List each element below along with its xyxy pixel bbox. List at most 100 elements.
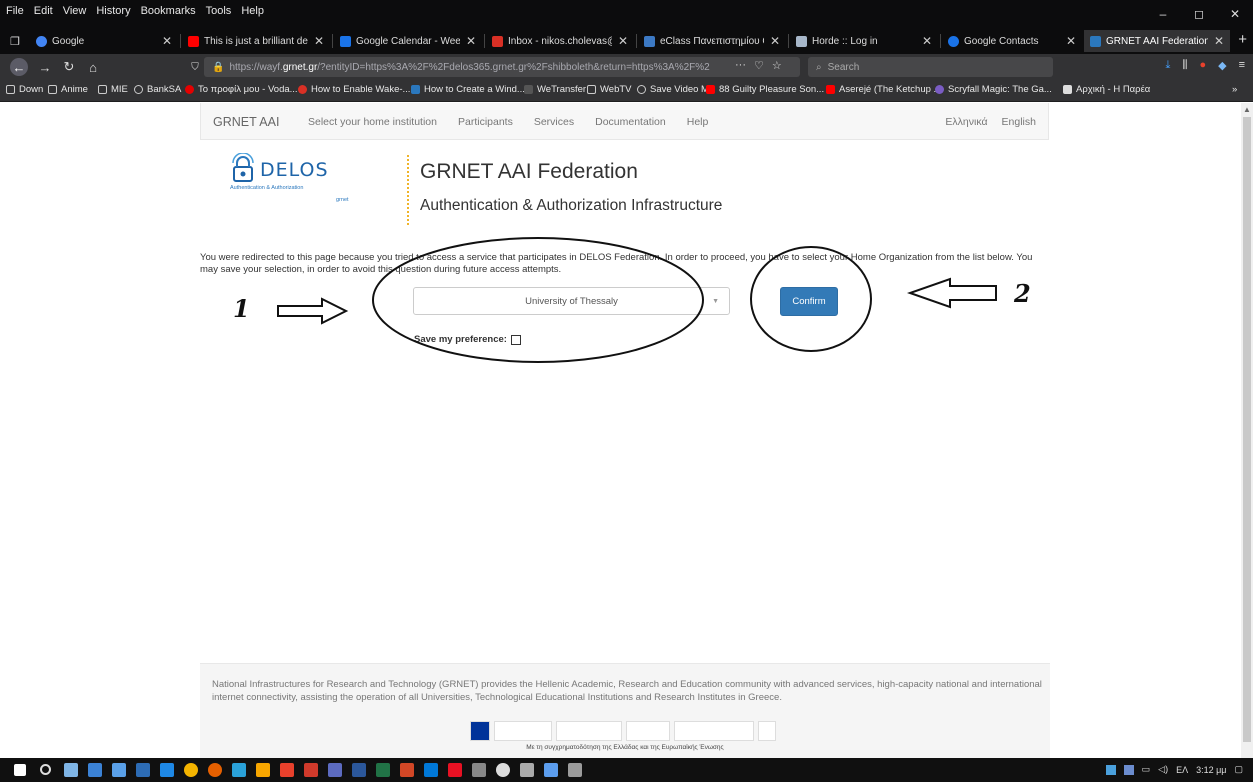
page-scrollbar[interactable]: ▲ <box>1241 103 1253 758</box>
bookmark-item[interactable]: Anime <box>48 84 88 95</box>
tray-app-icon[interactable] <box>1105 764 1116 775</box>
app-icon[interactable] <box>520 763 534 777</box>
app-icon[interactable] <box>112 763 126 777</box>
app-icon[interactable] <box>304 763 318 777</box>
task-view-icon[interactable] <box>64 763 78 777</box>
app-icon[interactable] <box>136 763 150 777</box>
app-icon[interactable] <box>256 763 270 777</box>
library-icon[interactable]: ⫼ <box>1182 59 1187 72</box>
extension-icon[interactable]: ◆ <box>1218 59 1226 72</box>
tab-google[interactable]: Google ✕ <box>30 30 178 52</box>
more-actions-icon[interactable]: ··· <box>735 59 746 72</box>
close-tab-icon[interactable]: ✕ <box>162 34 172 48</box>
app-icon[interactable] <box>448 763 462 777</box>
app-icon[interactable] <box>232 763 246 777</box>
clock-time[interactable]: 3:12 μμ <box>1196 765 1226 775</box>
tab-eclass[interactable]: eClass Πανεπιστημίου Θεσ ✕ <box>638 30 786 52</box>
bookmark-item[interactable]: Αρχική - Η Παρέα <box>1063 84 1150 95</box>
site-brand[interactable]: GRNET AAI <box>213 115 279 129</box>
scroll-up-icon[interactable]: ▲ <box>1243 105 1251 114</box>
app-icon[interactable] <box>496 763 510 777</box>
extension-icon[interactable]: ● <box>1199 59 1206 72</box>
close-tab-icon[interactable]: ✕ <box>314 34 324 48</box>
menu-view[interactable]: View <box>63 5 87 17</box>
powerpoint-icon[interactable] <box>400 763 414 777</box>
bookmark-item[interactable]: Aserejé (The Ketchup ... <box>826 84 941 95</box>
close-tab-icon[interactable]: ✕ <box>618 34 628 48</box>
app-icon[interactable] <box>328 763 342 777</box>
volume-icon[interactable]: ◁) <box>1158 764 1168 775</box>
reload-icon[interactable]: ↻ <box>60 58 78 76</box>
tab-horde[interactable]: Horde :: Log in ✕ <box>790 30 938 52</box>
minimize-button[interactable]: – <box>1145 0 1181 28</box>
language-english[interactable]: English <box>1002 116 1036 128</box>
confirm-button[interactable]: Confirm <box>780 287 838 316</box>
close-tab-icon[interactable]: ✕ <box>1066 34 1076 48</box>
bookmark-item[interactable]: MIE <box>98 84 128 95</box>
close-tab-icon[interactable]: ✕ <box>1214 34 1224 48</box>
bookmark-star-icon[interactable]: ☆ <box>772 59 782 72</box>
app-icon[interactable] <box>544 763 558 777</box>
url-bar[interactable]: 🔒 https://wayf. grnet.gr/?entityID=https%… <box>204 57 800 77</box>
tab-google-contacts[interactable]: Google Contacts ✕ <box>942 30 1082 52</box>
bookmark-item[interactable]: WebTV <box>587 84 632 95</box>
close-tab-icon[interactable]: ✕ <box>922 34 932 48</box>
nav-link-documentation[interactable]: Documentation <box>595 116 666 128</box>
menu-file[interactable]: File <box>6 5 24 17</box>
shield-icon[interactable]: ⛉ <box>186 58 204 76</box>
save-preference-checkbox[interactable] <box>510 334 521 345</box>
tab-inbox[interactable]: Inbox - nikos.cholevas@g ✕ <box>486 30 634 52</box>
search-input[interactable]: ⌕ Search <box>808 57 1053 77</box>
app-icon[interactable] <box>424 763 438 777</box>
back-arrow-icon[interactable]: ← <box>10 58 28 76</box>
bookmark-item[interactable]: WeTransfer <box>524 84 586 95</box>
app-icon[interactable] <box>88 763 102 777</box>
firefox-icon[interactable] <box>208 763 222 777</box>
close-tab-icon[interactable]: ✕ <box>466 34 476 48</box>
pocket-icon[interactable]: ♡ <box>754 59 764 72</box>
tab-google-calendar[interactable]: Google Calendar - Week of ✕ <box>334 30 482 52</box>
bookmark-item[interactable]: Το προφίλ μου - Voda... <box>185 84 298 95</box>
tray-app-icon[interactable] <box>1123 764 1134 775</box>
menu-edit[interactable]: Edit <box>34 5 53 17</box>
download-icon[interactable]: ⤓ <box>1166 59 1171 72</box>
tab-grnet-aai[interactable]: GRNET AAI Federation • Se ✕ <box>1084 30 1230 52</box>
language-greek[interactable]: Ελληνικά <box>945 116 987 128</box>
maximize-button[interactable]: ◻ <box>1181 0 1217 28</box>
bookmark-item[interactable]: How to Enable Wake-... <box>298 84 410 95</box>
new-tab-icon[interactable]: + <box>1238 31 1247 48</box>
menu-icon[interactable]: ≡ <box>1239 59 1245 72</box>
excel-icon[interactable] <box>376 763 390 777</box>
network-icon[interactable]: ▭ <box>1142 764 1151 775</box>
chrome-icon[interactable] <box>184 763 198 777</box>
bookmark-item[interactable]: How to Create a Wind... <box>411 84 525 95</box>
bookmarks-overflow-icon[interactable]: » <box>1232 84 1237 95</box>
forward-arrow-icon[interactable]: → <box>36 58 54 76</box>
input-language[interactable]: ΕΛ <box>1176 765 1188 775</box>
home-icon[interactable]: ⌂ <box>84 58 102 76</box>
bookmark-item[interactable]: Down <box>6 84 43 95</box>
app-icon[interactable] <box>472 763 486 777</box>
menu-tools[interactable]: Tools <box>206 5 232 17</box>
close-tab-icon[interactable]: ✕ <box>770 34 780 48</box>
bookmark-item[interactable]: 88 Guilty Pleasure Son... <box>706 84 824 95</box>
menu-history[interactable]: History <box>96 5 130 17</box>
bookmark-item[interactable]: Scryfall Magic: The Ga... <box>935 84 1052 95</box>
windows-start-icon[interactable] <box>14 764 26 776</box>
word-icon[interactable] <box>352 763 366 777</box>
app-icon[interactable] <box>280 763 294 777</box>
app-icon[interactable] <box>568 763 582 777</box>
search-icon[interactable] <box>40 764 51 775</box>
menu-help[interactable]: Help <box>241 5 264 17</box>
notifications-icon[interactable]: ▢ <box>1234 764 1243 775</box>
menu-bookmarks[interactable]: Bookmarks <box>141 5 196 17</box>
tab-list-button[interactable]: ❐ <box>4 30 28 52</box>
bookmark-item[interactable]: Save Video Me <box>637 84 714 95</box>
nav-link-home-institution[interactable]: Select your home institution <box>308 116 437 128</box>
scrollbar-thumb[interactable] <box>1243 117 1251 742</box>
close-window-button[interactable]: ✕ <box>1217 0 1253 28</box>
institution-select[interactable]: University of Thessaly ▼ <box>413 287 730 315</box>
nav-link-services[interactable]: Services <box>534 116 574 128</box>
nav-link-participants[interactable]: Participants <box>458 116 513 128</box>
tab-youtube[interactable]: This is just a brilliant decis ✕ <box>182 30 330 52</box>
